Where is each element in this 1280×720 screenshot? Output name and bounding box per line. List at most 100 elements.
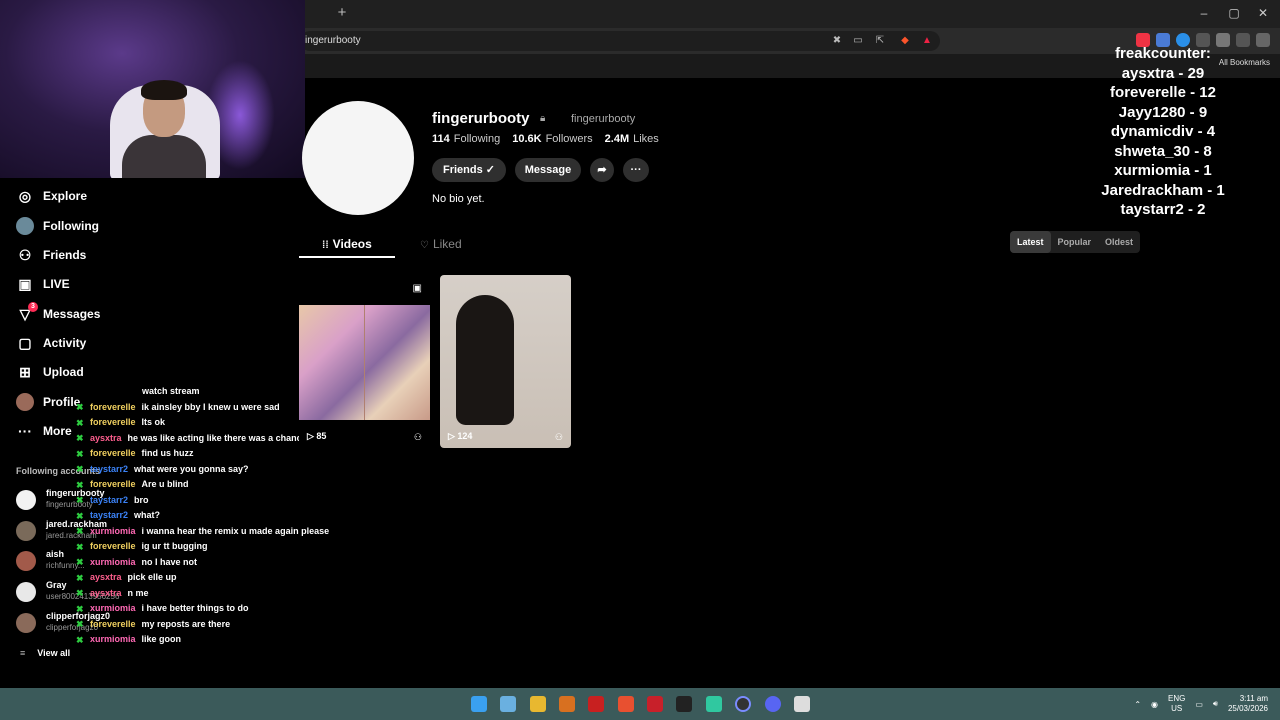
following-stat[interactable]: 114 Following [432,133,500,145]
tab-liked[interactable]: ♡ Liked [420,237,462,251]
task-view-icon[interactable] [500,696,516,712]
view-all-link[interactable]: ≡ View all [20,648,70,658]
chat-text: what were you gonna say? [134,463,249,474]
counter-entry: Jaredrackham - 1 [1101,181,1225,199]
discord-icon[interactable] [765,696,781,712]
sidebar-item-live[interactable]: ▣ LIVE [16,274,70,294]
profile-username: fingerurbooty [432,110,530,127]
chevron-up-icon[interactable]: ⌃ [1134,700,1141,709]
cast-icon[interactable]: ▭ [851,34,865,48]
share-icon[interactable]: ➦ [590,158,614,182]
chat-badge-icon: ✖ [76,603,84,614]
tab-label: Liked [432,237,462,251]
chat-username: aysxtra [90,572,122,582]
app-icon[interactable] [647,696,663,712]
chat-text: my reposts are there [141,618,231,629]
chat-username: aysxtra [90,587,122,598]
app-icon[interactable] [676,696,692,712]
mute-icon[interactable]: ✖ [830,34,844,48]
app-icon[interactable] [588,696,604,712]
avatar [16,613,36,633]
chat-message: ✖ xurmiomia i have better things to do [76,603,249,617]
more-icon[interactable]: ··· [623,158,649,182]
app-icon[interactable] [559,696,575,712]
volume-icon[interactable]: 🔊︎ [1213,699,1218,709]
sort-popular[interactable]: Popular [1051,231,1099,253]
chat-message: watch stream [142,386,200,400]
sidebar-item-profile[interactable]: Profile [16,392,80,412]
profile-avatar[interactable] [302,101,414,215]
chat-username: foreverelle [90,417,136,427]
friends-only-icon: ⚇ [413,432,422,442]
url-field[interactable]: ingerurbooty [300,31,940,51]
freak-counter-overlay: freakcounter: aysxtra - 29 foreverelle -… [1090,44,1236,220]
download-icon[interactable] [1236,33,1250,47]
sidebar-item-explore[interactable]: ◎ Explore [16,186,87,206]
counter-entry: taystarr2 - 2 [1120,201,1206,218]
close-button[interactable]: ✕ [1256,6,1270,20]
tray-app-icon[interactable]: ◉ [1151,700,1158,709]
clock[interactable]: 3:11 am 25/03/2026 [1228,694,1268,714]
rewards-icon[interactable]: ▲ [920,34,934,48]
sort-toggle: Latest Popular Oldest [1010,231,1141,253]
chat-text: i have better things to do [141,603,249,613]
brave-icon[interactable] [618,696,634,712]
menu-icon[interactable] [1256,33,1270,47]
app-icon[interactable] [794,696,810,712]
avatar [16,582,36,602]
chat-username: foreverelle [90,541,136,551]
sidebar-item-activity[interactable]: ▢ Activity [16,333,86,353]
maximize-button[interactable]: ▢ [1227,6,1241,20]
network-icon[interactable]: ▭ [1195,700,1203,709]
view-count: ▷ 124 [448,431,473,441]
new-tab-button[interactable]: + [334,5,350,21]
chat-badge-icon: ✖ [76,541,84,552]
sidebar-item-upload[interactable]: ⊞ Upload [16,362,84,382]
chat-badge-icon: ✖ [76,433,84,444]
minimize-button[interactable]: – [1197,6,1211,20]
language-indicator[interactable]: ENG US [1168,694,1185,714]
chat-text: find us huzz [141,448,194,458]
message-button[interactable]: Message [515,158,581,182]
app-icon[interactable] [706,696,722,712]
video-thumbnail[interactable]: ▷ 124 ⚇ [440,275,571,448]
chat-message: ✖ xurmiomia no I have not [76,557,197,571]
share-page-icon[interactable]: ⇱ [873,34,887,48]
avatar [16,490,36,510]
sidebar-item-label: Upload [43,365,84,379]
followers-stat[interactable]: 10.6K Followers [512,133,592,145]
chat-text: i wanna hear the remix u made again plea… [141,525,330,536]
sidebar-item-more[interactable]: ··· More [16,421,72,441]
chat-text: pick elle up [127,572,177,582]
chat-message: ✖ foreverelle Its ok [76,417,165,431]
chat-message: ✖ foreverelle ik ainsley bby I knew u were… [76,402,280,416]
counter-title: freakcounter: [1115,45,1211,62]
tab-videos[interactable]: ⁞⁞ Videos [322,237,372,251]
profile-stats: 114 Following 10.6K Followers 2.4M Likes [432,133,659,145]
chat-badge-icon: ✖ [76,588,84,599]
sort-oldest[interactable]: Oldest [1098,231,1140,253]
sidebar-item-messages[interactable]: ▽ 3 Messages [16,302,100,324]
taskbar: ⌃ ◉ ENG US ▭ 🔊︎ 3:11 am 25/03/2026 [0,688,1280,720]
sort-latest[interactable]: Latest [1010,231,1051,253]
avatar [16,393,34,411]
chat-username: xurmiomia [90,525,136,536]
obs-icon[interactable] [735,696,751,712]
sidebar-item-following[interactable]: Following [16,216,99,236]
counter-entry: aysxtra - 29 [1121,64,1205,82]
chat-badge-icon: ✖ [76,510,84,521]
chat-username: foreverelle [90,401,136,412]
friends-button[interactable]: Friends ✓ [432,158,506,182]
sidebar-item-label: LIVE [43,277,70,291]
start-icon[interactable] [471,696,487,712]
sidebar-item-friends[interactable]: ⚇ Friends [16,245,87,265]
profile-nickname: fingerurbooty [571,113,636,125]
file-explorer-icon[interactable] [530,696,546,712]
chat-username: xurmiomia [90,556,136,567]
brave-shield-icon[interactable]: ◆ [898,34,912,48]
chat-badge-icon: ✖ [76,464,84,475]
sidebar-item-label: Following [43,219,99,233]
video-thumbnail[interactable]: ▣ ▷ 85 ⚇ [299,275,430,448]
following-count: 114 [432,133,450,145]
counter-entry: foreverelle - 12 [1110,84,1216,101]
